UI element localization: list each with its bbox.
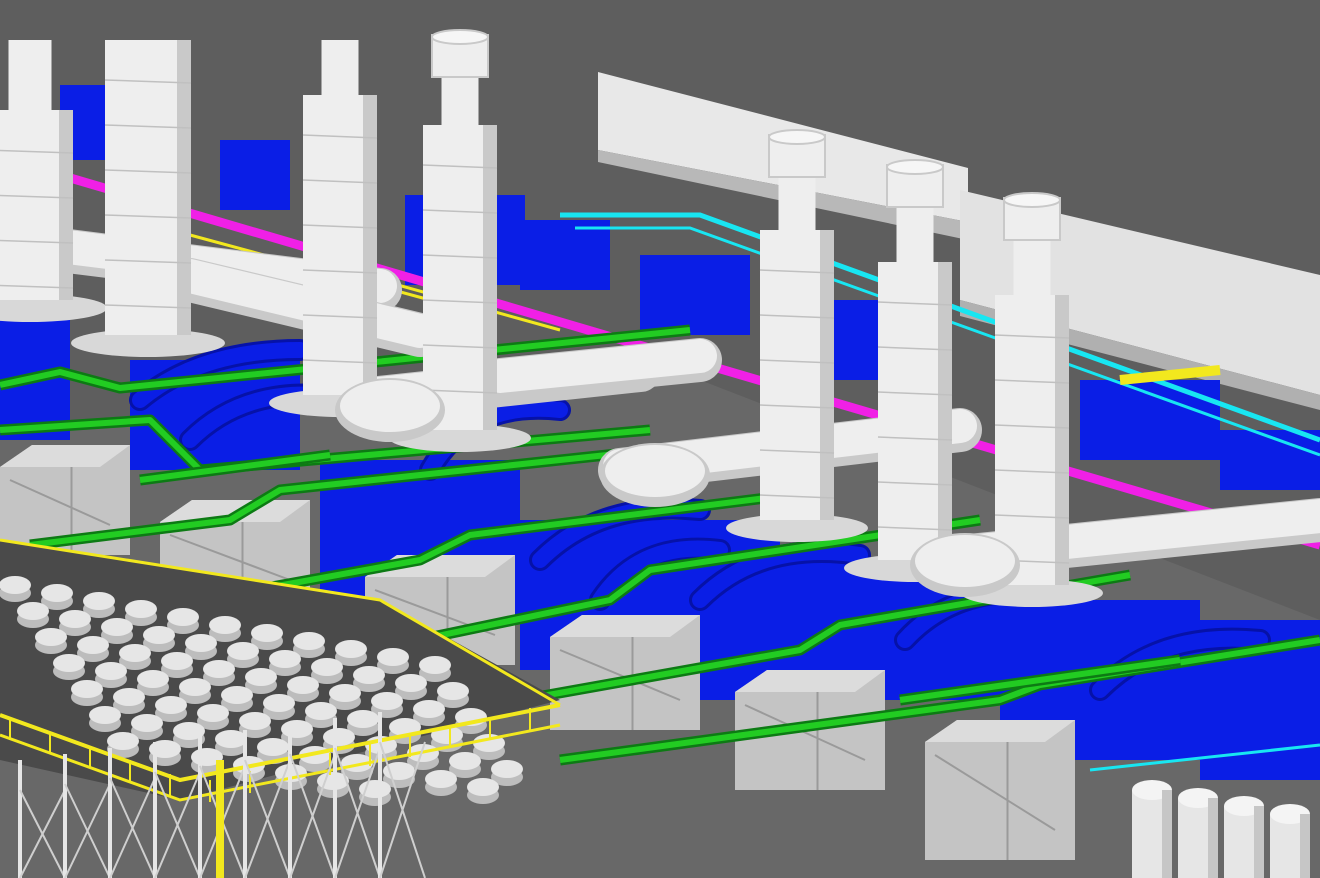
white-storage-tank [227,642,259,660]
white-storage-tank [395,674,427,692]
blue-equipment-block [1220,430,1320,490]
white-storage-tank [101,618,133,636]
white-storage-tank [119,644,151,662]
white-stack-neck [896,205,934,262]
white-storage-tank [143,626,175,644]
white-storage-tank [449,752,481,770]
white-duct [483,339,717,393]
white-storage-tank [0,576,31,594]
white-storage-tank [329,684,361,702]
white-storage-tank [155,696,187,714]
white-storage-tank [293,632,325,650]
white-stack-neck [778,175,816,230]
white-storage-tank [95,662,127,680]
white-stack-generator-shade [363,95,377,395]
white-storage-tank [215,730,247,748]
stack-cap-top [886,159,944,175]
white-elbow-silencer [605,445,705,497]
white-storage-tank [179,678,211,696]
white-storage-tank [221,686,253,704]
white-storage-tank-shade [1300,814,1310,878]
white-storage-tank [41,584,73,602]
stack-cap-top [768,129,826,145]
white-storage-tank [167,608,199,626]
stack-cap-top [431,29,489,45]
white-storage-tank [335,640,367,658]
white-storage-tank [323,728,355,746]
white-storage-tank-shade [1254,806,1264,878]
white-elbow-silencer [915,535,1015,587]
white-storage-tank [257,738,289,756]
white-storage-tank [107,732,139,750]
white-elbow-silencer [340,380,440,432]
white-storage-tank [131,714,163,732]
white-stack-neck [8,40,52,110]
white-storage-tank [467,778,499,796]
white-stack-neck [321,40,359,95]
white-storage-tank [209,616,241,634]
white-storage-tank-shade [1162,790,1172,878]
white-storage-tank [305,702,337,720]
white-storage-tank [347,710,379,728]
white-storage-tank [263,694,295,712]
white-storage-tank [17,602,49,620]
blue-equipment-block [220,140,290,210]
white-storage-tank [353,666,385,684]
white-storage-tank [53,654,85,672]
white-stack-generator-shade [483,125,497,430]
white-storage-tank [371,692,403,710]
white-storage-tank [125,600,157,618]
white-storage-tank [251,624,283,642]
white-storage-tank [71,680,103,698]
white-storage-tank [35,628,67,646]
white-storage-tank [161,652,193,670]
white-storage-tank [59,610,91,628]
white-storage-tank [245,668,277,686]
white-storage-tank [83,592,115,610]
white-stack-generator-shade [938,262,952,560]
white-storage-tank-shade [1208,798,1218,878]
white-storage-tank [77,636,109,654]
white-storage-tank [113,688,145,706]
white-storage-tank [281,720,313,738]
white-storage-tank [185,634,217,652]
white-storage-tank [269,650,301,668]
white-storage-tank [413,700,445,718]
white-storage-tank [425,770,457,788]
blue-equipment-block [1080,380,1220,460]
white-storage-tank [377,648,409,666]
plant-3d-model-view [0,0,1320,878]
blue-equipment-block [640,255,750,335]
white-storage-tank [137,670,169,688]
white-stack-neck [1013,238,1051,295]
blue-equipment-block [520,220,610,290]
white-storage-tank [239,712,271,730]
white-stack-generator-shade [59,110,73,300]
white-storage-tank [197,704,229,722]
white-storage-tank [437,682,469,700]
white-storage-tank [287,676,319,694]
white-stack-neck [441,75,479,125]
white-storage-tank [491,760,523,778]
stack-cap-top [1003,192,1061,208]
white-storage-tank [89,706,121,724]
white-storage-tank [203,660,235,678]
white-storage-tank [311,658,343,676]
white-stack-generator-shade [177,40,191,335]
white-storage-tank [419,656,451,674]
